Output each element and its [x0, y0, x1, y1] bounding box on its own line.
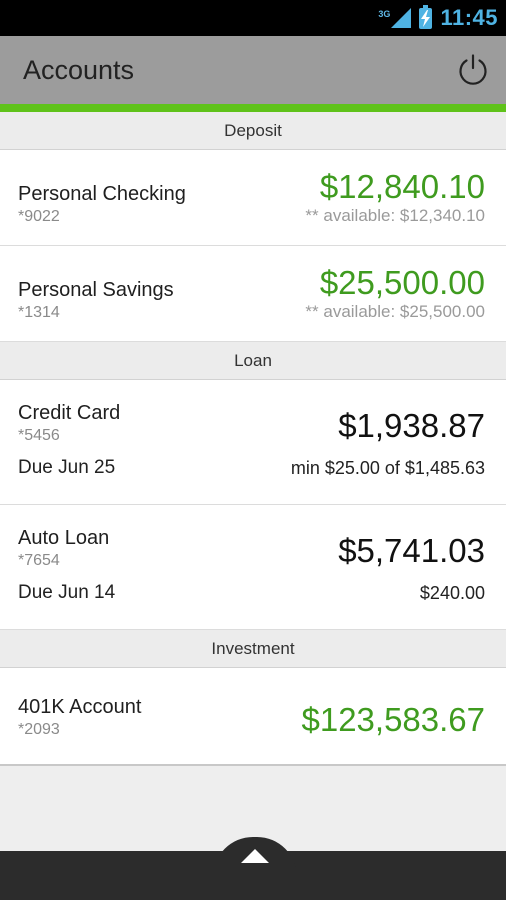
account-name: Credit Card: [18, 402, 121, 424]
account-balance: $12,840.10: [319, 168, 485, 205]
account-401k[interactable]: 401K Account *2093 $123,583.67: [0, 668, 506, 766]
expand-drawer-button[interactable]: [213, 837, 297, 877]
account-name: 401K Account: [18, 696, 142, 718]
account-name: Personal Checking: [18, 183, 186, 205]
power-icon[interactable]: [456, 53, 490, 87]
available-balance: ** available: $25,500.00: [305, 302, 485, 321]
account-number: *2093: [18, 721, 60, 738]
payment-amount: min $25.00 of $1,485.63: [290, 458, 485, 478]
action-bar: Accounts: [0, 36, 506, 104]
account-personal-savings[interactable]: Personal Savings *1314 $25,500.00 ** ava…: [0, 246, 506, 342]
section-header-investment: Investment: [0, 630, 506, 668]
account-number: *7654: [18, 552, 60, 569]
clock: 11:45: [440, 5, 498, 30]
account-name: Auto Loan: [18, 527, 110, 549]
account-balance: $123,583.67: [301, 701, 485, 738]
account-balance: $5,741.03: [338, 532, 485, 569]
section-header-deposit: Deposit: [0, 112, 506, 150]
account-number: *9022: [18, 208, 60, 225]
account-personal-checking[interactable]: Personal Checking *9022 $12,840.10 ** av…: [0, 150, 506, 246]
network-type: 3G: [378, 9, 391, 19]
account-balance: $1,938.87: [338, 407, 485, 444]
signal-icon: [391, 8, 412, 28]
battery-charging-icon: [419, 4, 433, 29]
page-title: Accounts: [23, 54, 135, 85]
payment-amount: $240.00: [419, 583, 485, 603]
account-number: *1314: [18, 304, 60, 321]
available-balance: ** available: $12,340.10: [305, 206, 485, 225]
accounts-list: Deposit Personal Checking *9022 $12,840.…: [0, 112, 506, 766]
account-auto-loan[interactable]: Auto Loan *7654 $5,741.03 Due Jun 14 $24…: [0, 505, 506, 630]
section-header-loan: Loan: [0, 342, 506, 380]
account-credit-card[interactable]: Credit Card *5456 $1,938.87 Due Jun 25 m…: [0, 380, 506, 505]
arrow-up-icon: [241, 849, 269, 863]
network-indicator: 3G: [378, 8, 412, 28]
due-date: Due Jun 14: [18, 582, 116, 603]
account-balance: $25,500.00: [319, 264, 485, 301]
account-number: *5456: [18, 427, 60, 444]
accent-bar: [0, 104, 506, 112]
status-bar: 3G 11:45: [0, 0, 506, 36]
account-name: Personal Savings: [18, 279, 174, 301]
due-date: Due Jun 25: [18, 457, 116, 478]
